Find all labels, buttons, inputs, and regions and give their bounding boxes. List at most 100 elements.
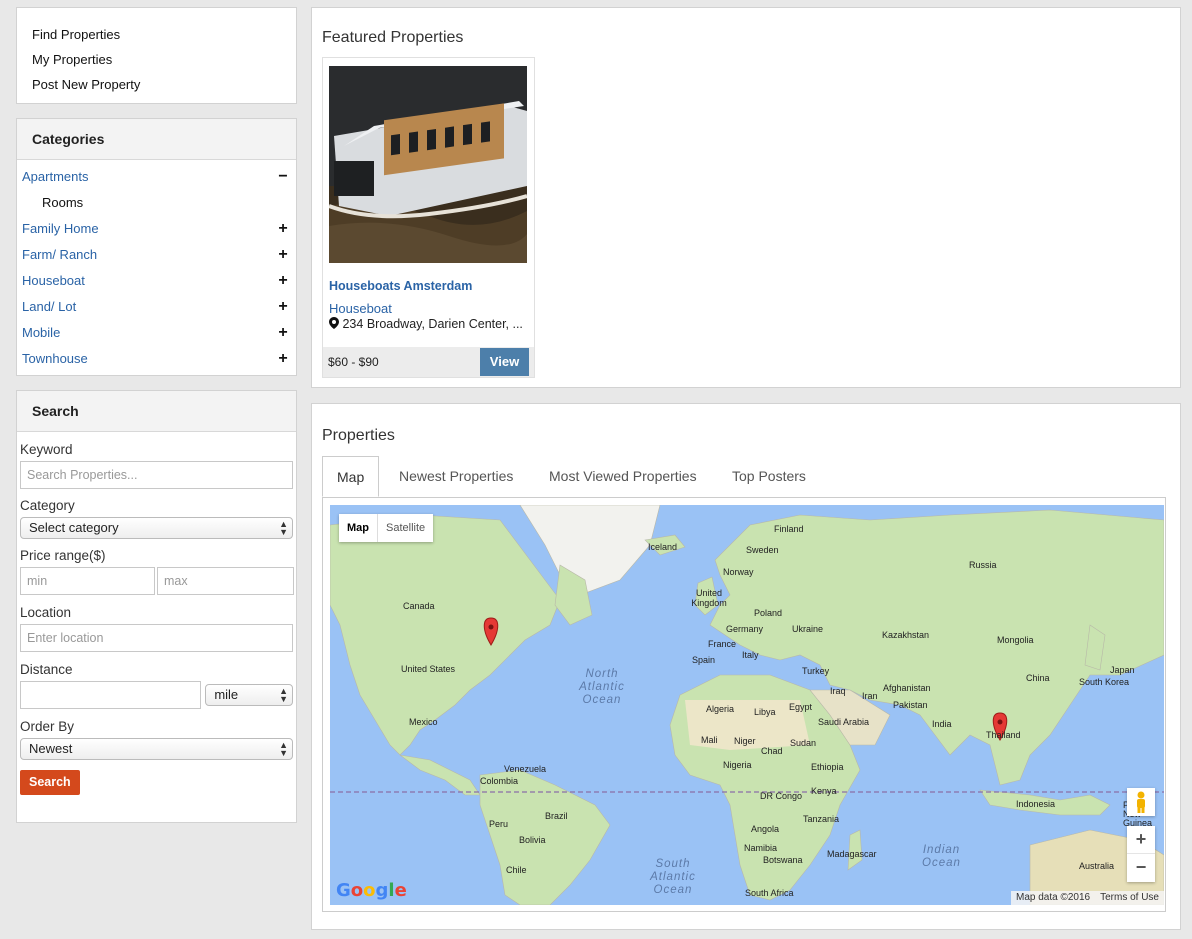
property-address: 234 Broadway, Darien Center, ... xyxy=(329,317,529,331)
map-label: Sudan xyxy=(790,738,817,748)
quick-links-panel: Find Properties My Properties Post New P… xyxy=(16,7,297,104)
category-item-townhouse: Townhouse + xyxy=(17,346,296,372)
map-label: South Korea xyxy=(1079,677,1130,687)
category-item-family-home: Family Home + xyxy=(17,216,296,242)
property-card: Houseboats Amsterdam Houseboat 234 Broad… xyxy=(322,57,535,378)
location-input[interactable] xyxy=(20,624,293,652)
categories-panel: Categories Apartments − Rooms Family Hom… xyxy=(16,118,297,376)
map-label: Egypt xyxy=(789,702,813,712)
tab-newest-properties[interactable]: Newest Properties xyxy=(399,456,513,497)
zoom-out-button[interactable]: − xyxy=(1127,854,1155,882)
map-label: United States xyxy=(401,664,456,674)
map-type-satellite-button[interactable]: Satellite xyxy=(377,514,433,542)
expand-icon[interactable]: + xyxy=(276,346,290,372)
map-label: Angola xyxy=(751,824,780,834)
ocean-label: Indian Ocean xyxy=(922,844,961,869)
price-max-input[interactable] xyxy=(157,567,294,595)
map-label: China xyxy=(1026,673,1050,683)
category-link[interactable]: Farm/ Ranch xyxy=(22,247,97,262)
map-label: Niger xyxy=(734,736,756,746)
map-label: Indonesia xyxy=(1016,799,1056,809)
map-label: Norway xyxy=(723,567,754,577)
expand-icon[interactable]: + xyxy=(276,320,290,346)
world-map[interactable]: Finland Sweden Iceland Norway Russia Uni… xyxy=(330,505,1164,905)
featured-title: Featured Properties xyxy=(322,29,464,46)
search-button[interactable]: Search xyxy=(20,770,80,795)
terms-of-use-link[interactable]: Terms of Use xyxy=(1095,891,1164,905)
map-marker-icon xyxy=(329,317,342,331)
expand-icon[interactable]: + xyxy=(276,268,290,294)
distance-label: Distance xyxy=(20,662,73,677)
category-link[interactable]: Family Home xyxy=(22,221,99,236)
select-arrows-icon: ▲ ▼ xyxy=(279,686,288,704)
tab-top-posters[interactable]: Top Posters xyxy=(732,456,806,497)
zoom-in-button[interactable]: + xyxy=(1127,826,1155,854)
expand-icon[interactable]: + xyxy=(276,294,290,320)
category-select[interactable]: Select category ▲ ▼ xyxy=(20,517,293,539)
map-label: Turkey xyxy=(802,666,830,676)
property-image[interactable] xyxy=(329,66,527,263)
search-panel: Search Keyword Category Select category … xyxy=(16,390,297,823)
collapse-icon[interactable]: − xyxy=(276,164,290,190)
street-view-pegman-icon[interactable] xyxy=(1127,788,1155,816)
map-label: Chad xyxy=(761,746,783,756)
post-new-property-link[interactable]: Post New Property xyxy=(32,72,281,97)
my-properties-link[interactable]: My Properties xyxy=(32,47,281,72)
map-label: Kazakhstan xyxy=(882,630,930,640)
category-link[interactable]: Mobile xyxy=(22,325,60,340)
category-link[interactable]: Houseboat xyxy=(22,273,85,288)
find-properties-link[interactable]: Find Properties xyxy=(32,22,281,47)
map-label: Canada xyxy=(403,601,435,611)
price-min-input[interactable] xyxy=(20,567,155,595)
order-by-select[interactable]: Newest ▲ ▼ xyxy=(20,738,293,760)
property-price: $60 - $90 xyxy=(328,355,379,369)
map-label: Venezuela xyxy=(504,764,547,774)
tab-map[interactable]: Map xyxy=(322,456,380,497)
map-label: Iran xyxy=(862,691,878,701)
map-label: Colombia xyxy=(480,776,519,786)
category-item-land-lot: Land/ Lot + xyxy=(17,294,296,320)
distance-input[interactable] xyxy=(20,681,202,709)
distance-unit-select[interactable]: mile ▲ ▼ xyxy=(205,684,293,706)
category-item-farm-ranch: Farm/ Ranch + xyxy=(17,242,296,268)
map-label: Bolivia xyxy=(519,835,546,845)
map-label: Iraq xyxy=(830,686,846,696)
property-type-link[interactable]: Houseboat xyxy=(329,301,392,316)
map-label: Italy xyxy=(742,650,759,660)
category-link[interactable]: Land/ Lot xyxy=(22,299,76,314)
map-label: Chile xyxy=(506,865,527,875)
category-label: Category xyxy=(20,498,75,513)
map-label: Russia xyxy=(969,560,997,570)
map-type-map-button[interactable]: Map xyxy=(339,514,377,542)
categories-heading: Categories xyxy=(17,119,296,160)
map-label: Japan xyxy=(1110,665,1135,675)
price-range-label: Price range($) xyxy=(20,548,106,563)
property-title-link[interactable]: Houseboats Amsterdam xyxy=(329,279,472,293)
map-label: Finland xyxy=(774,524,804,534)
map-data-text: Map data ©2016 xyxy=(1016,892,1091,903)
category-item-rooms[interactable]: Rooms xyxy=(17,190,296,216)
map-label: Thailand xyxy=(986,730,1021,740)
select-arrows-icon: ▲ ▼ xyxy=(279,519,288,537)
map-attribution: Map data ©2016 Terms of Use xyxy=(1011,891,1164,905)
map-label: Brazil xyxy=(545,811,568,821)
view-button[interactable]: View xyxy=(480,348,529,376)
order-by-value: Newest xyxy=(29,741,73,756)
map-label: Ukraine xyxy=(792,624,824,634)
category-item-apartments: Apartments − xyxy=(17,164,296,190)
map-label: Poland xyxy=(754,608,783,618)
expand-icon[interactable]: + xyxy=(276,242,290,268)
keyword-input[interactable] xyxy=(20,461,293,489)
expand-icon[interactable]: + xyxy=(276,216,290,242)
map-label: Mexico xyxy=(409,717,438,727)
ocean-label: North Atlantic Ocean xyxy=(579,668,625,706)
map-label: Nigeria xyxy=(723,760,752,770)
map-label: Iceland xyxy=(648,542,678,552)
map-label: United Kingdom xyxy=(691,588,727,608)
category-link[interactable]: Apartments xyxy=(22,169,88,184)
tab-most-viewed-properties[interactable]: Most Viewed Properties xyxy=(549,456,697,497)
category-link[interactable]: Townhouse xyxy=(22,351,88,366)
map-label: Kenya xyxy=(811,786,837,796)
map-label: Namibia xyxy=(744,843,778,853)
map-label: India xyxy=(932,719,952,729)
